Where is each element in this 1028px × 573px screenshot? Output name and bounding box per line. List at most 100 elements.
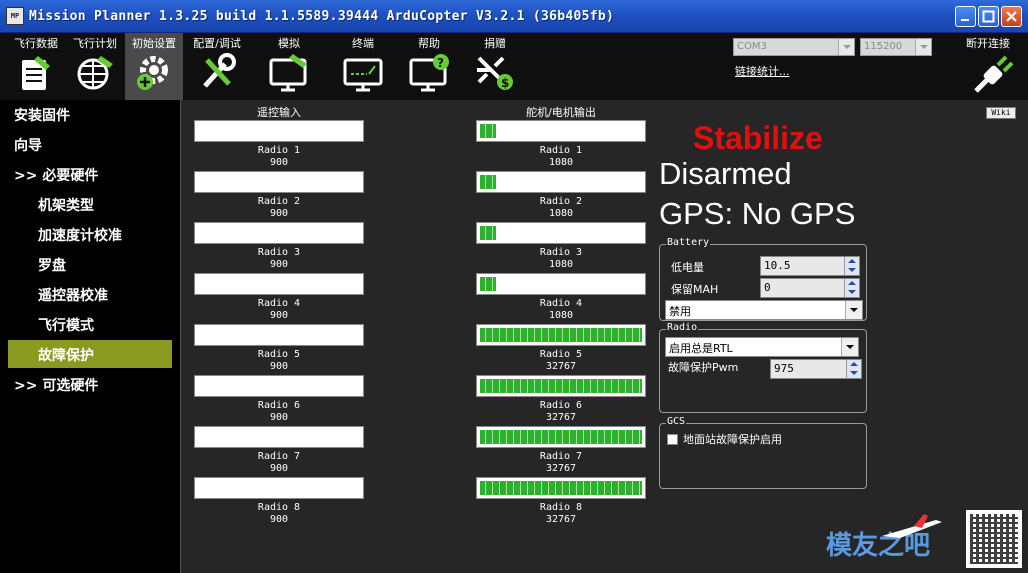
channel-value: 32767 [545, 412, 577, 423]
failsafe-pwm-input[interactable]: 975 [770, 359, 862, 379]
servo-output-title: 舵机/电机输出 [526, 106, 596, 119]
minimize-button[interactable] [955, 6, 976, 27]
channel-bar [476, 222, 646, 244]
config-tuning-icon [203, 53, 236, 88]
toolbar-simulation[interactable]: 模拟 [258, 33, 320, 100]
toolbar-label: 模拟 [278, 37, 300, 50]
toolbar-label: 初始设置 [132, 37, 176, 50]
flight-plan-icon [77, 56, 113, 90]
channel-name: Radio 2 [257, 196, 301, 207]
toolbar-label: 配置/调试 [193, 37, 241, 50]
sidebar-item-compass[interactable]: 罗盘 [0, 250, 180, 278]
channel-name: Radio 5 [257, 349, 301, 360]
channel-bar-fill [480, 124, 497, 138]
sidebar-item-frame-type[interactable]: 机架类型 [0, 190, 180, 218]
radio-legend: Radio [666, 322, 699, 333]
toolbar-flight-plan[interactable]: 飞行计划 [66, 33, 124, 100]
battery-group: Battery 低电量 10.5 保留MAH 0 禁用 [659, 237, 867, 321]
channel-bar-fill [480, 226, 497, 240]
chevron-down-icon [915, 39, 931, 55]
toolbar-label: 帮助 [418, 37, 440, 50]
channel-value: 900 [269, 361, 289, 372]
channel-name: Radio 5 [539, 349, 583, 360]
channel-value: 900 [269, 208, 289, 219]
flight-data-icon [22, 56, 50, 90]
radio-action-select[interactable]: 启用总是RTL [665, 337, 859, 357]
toolbar-label: 终端 [352, 37, 374, 50]
channel-value: 1080 [548, 310, 574, 321]
close-button[interactable] [1001, 6, 1022, 27]
channel-bar [194, 222, 364, 244]
channel-bar [194, 120, 364, 142]
qr-code [966, 510, 1022, 568]
sidebar-item-install-firmware[interactable]: 安装固件 [0, 100, 180, 128]
maximize-icon [982, 10, 995, 23]
sidebar-divider [180, 100, 181, 573]
svg-text:$: $ [501, 76, 509, 90]
wiki-button[interactable]: Wiki [986, 107, 1016, 119]
toolbar-label: 捐赠 [484, 37, 506, 50]
channel-value: 900 [269, 310, 289, 321]
spinner-arrows-icon[interactable] [844, 257, 859, 275]
disconnect-plug-icon[interactable] [968, 53, 1018, 97]
channel-bar [476, 426, 646, 448]
mission-planner-window: MP Mission Planner 1.3.25 build 1.1.5589… [0, 0, 1028, 573]
baud-value: 115200 [864, 41, 903, 52]
disconnect-label[interactable]: 断开连接 [966, 35, 1010, 51]
link-stats-link[interactable]: 链接统计... [735, 63, 790, 79]
sidebar-item-optional-hardware[interactable]: >> 可选硬件 [0, 370, 180, 398]
spinner-arrows-icon[interactable] [844, 279, 859, 297]
gcs-failsafe-checkbox[interactable] [667, 434, 678, 445]
channel-value: 1080 [548, 208, 574, 219]
baud-select[interactable]: 115200 [860, 38, 932, 56]
port-select[interactable]: COM3 [733, 38, 855, 56]
channel-bar [194, 324, 364, 346]
channel-bar [194, 273, 364, 295]
channel-value: 900 [269, 259, 289, 270]
toolbar-initial-setup[interactable]: 初始设置 [125, 33, 183, 100]
title-bar: MP Mission Planner 1.3.25 build 1.1.5589… [0, 0, 1028, 33]
port-value: COM3 [737, 41, 767, 52]
armed-status-text: Disarmed [659, 156, 792, 191]
toolbar-help[interactable]: 帮助 ? [400, 33, 458, 100]
low-voltage-value: 10.5 [764, 259, 791, 272]
spinner-arrows-icon[interactable] [846, 360, 861, 378]
channel-name: Radio 3 [257, 247, 301, 258]
channel-value: 1080 [548, 259, 574, 270]
channel-value: 900 [269, 463, 289, 474]
toolbar-flight-data[interactable]: 飞行数据 [6, 33, 66, 100]
terminal-icon [343, 58, 383, 92]
channel-bar-fill [480, 277, 497, 291]
chevron-down-icon [841, 338, 858, 356]
channel-name: Radio 8 [539, 502, 583, 513]
rc-input-title: 遥控输入 [257, 106, 301, 119]
sidebar-item-failsafe[interactable]: 故障保护 [8, 340, 172, 368]
sidebar-item-flight-modes[interactable]: 飞行模式 [0, 310, 180, 338]
channel-bar [194, 426, 364, 448]
main-toolbar: 飞行数据 飞行计划 初始设置 配置/调试 模拟 终端 帮助 ? 捐赠 $ COM… [0, 33, 1028, 100]
sidebar-item-wizard[interactable]: 向导 [0, 130, 180, 158]
sidebar-item-mandatory-hardware[interactable]: >> 必要硬件 [0, 160, 180, 188]
toolbar-donate[interactable]: 捐赠 $ [466, 33, 524, 100]
channel-bar [476, 171, 646, 193]
low-voltage-input[interactable]: 10.5 [760, 256, 860, 276]
reserve-mah-input[interactable]: 0 [760, 278, 860, 298]
channel-value: 1080 [548, 157, 574, 168]
channel-bar [194, 375, 364, 397]
toolbar-config-tuning[interactable]: 配置/调试 [187, 33, 247, 100]
battery-action-select[interactable]: 禁用 [665, 300, 863, 320]
maximize-button[interactable] [978, 6, 999, 27]
channel-bar-fill [480, 379, 642, 393]
channel-bar-fill [480, 175, 497, 189]
help-icon: ? [409, 54, 449, 92]
sidebar-item-radio-calibration[interactable]: 遥控器校准 [0, 280, 180, 308]
app-icon: MP [6, 7, 24, 25]
channel-name: Radio 4 [539, 298, 583, 309]
sidebar-item-accel-calibration[interactable]: 加速度计校准 [0, 220, 180, 248]
toolbar-terminal[interactable]: 终端 [334, 33, 392, 100]
channel-bar [194, 171, 364, 193]
failsafe-pwm-value: 975 [774, 362, 794, 375]
channel-bar-fill [480, 328, 642, 342]
toolbar-label: 飞行计划 [73, 37, 117, 50]
toolbar-label: 飞行数据 [14, 37, 58, 50]
